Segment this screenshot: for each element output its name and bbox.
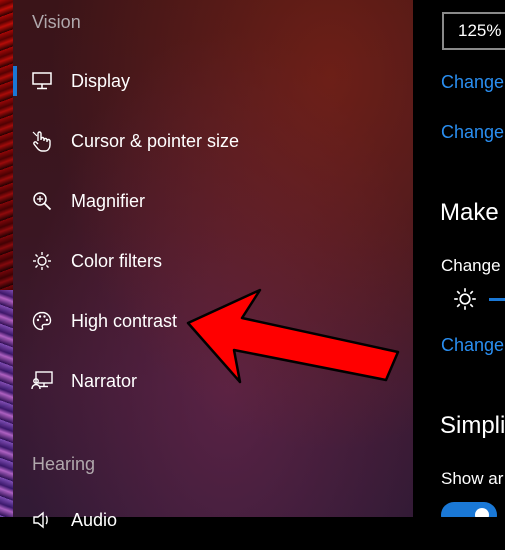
sidebar-item-color-filters[interactable]: Color filters: [13, 231, 413, 291]
change-link-2[interactable]: Change: [441, 122, 504, 143]
sidebar-item-label: Display: [71, 70, 131, 91]
speaker-icon: [31, 509, 53, 531]
change-link-1[interactable]: Change: [441, 72, 504, 93]
main-content-pane: 125% Change Change Make Change Change Si…: [413, 0, 505, 517]
cursor-hand-icon: [31, 130, 53, 152]
sidebar-item-cursor[interactable]: Cursor & pointer size: [13, 111, 413, 171]
size-slider[interactable]: [489, 298, 505, 301]
change-link-3[interactable]: Change: [441, 335, 504, 356]
scale-dropdown[interactable]: 125%: [442, 12, 505, 50]
sidebar-item-magnifier[interactable]: Magnifier: [13, 171, 413, 231]
sidebar-item-label: High contrast: [71, 310, 178, 331]
settings-sidebar: Vision Display Cursor & pointer size Mag…: [0, 0, 413, 530]
show-text: Show ar: [441, 469, 504, 488]
make-heading: Make: [440, 199, 499, 226]
wallpaper-strip-lower: [0, 290, 13, 517]
brightness-icon: [31, 250, 53, 272]
brightness-slider-icon: [453, 287, 477, 316]
vision-section-header: Vision: [32, 12, 81, 32]
scale-value: 125%: [458, 21, 502, 40]
narrator-icon: [31, 370, 53, 392]
hearing-section-header: Hearing: [32, 454, 96, 474]
sidebar-item-label: Magnifier: [71, 190, 146, 211]
sidebar-item-label: Narrator: [71, 370, 138, 391]
sidebar-item-label: Cursor & pointer size: [71, 130, 240, 151]
simplify-heading: Simpli: [440, 412, 505, 439]
display-icon: [31, 70, 53, 92]
sidebar-item-narrator[interactable]: Narrator: [13, 351, 413, 411]
sidebar-item-display[interactable]: Display: [13, 51, 413, 111]
sidebar-item-label: Color filters: [71, 250, 163, 271]
sidebar-item-audio[interactable]: Audio: [13, 490, 413, 550]
sidebar-item-label: Audio: [71, 509, 118, 530]
toggle-knob: [475, 508, 489, 517]
sidebar-item-high-contrast[interactable]: High contrast: [13, 291, 413, 351]
show-toggle[interactable]: [441, 502, 497, 517]
palette-icon: [31, 310, 53, 332]
change-text: Change: [441, 256, 501, 275]
magnifier-icon: [31, 190, 53, 212]
